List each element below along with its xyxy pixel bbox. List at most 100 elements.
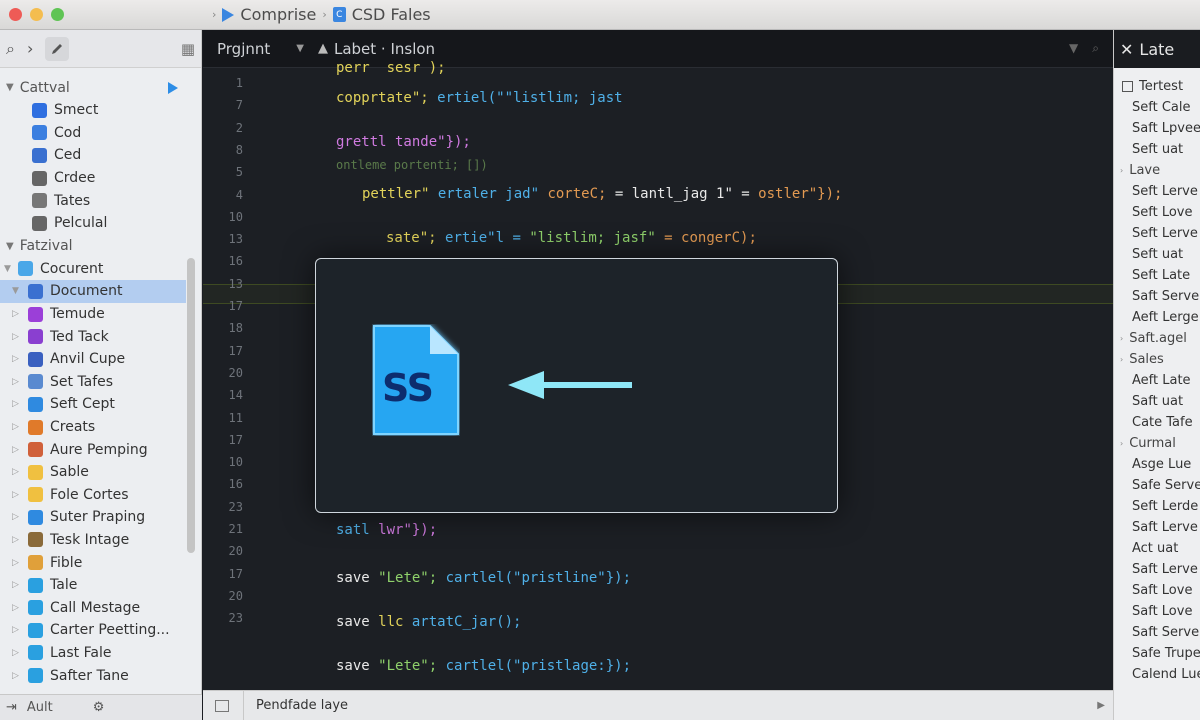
sidebar-item[interactable]: ▼ Cocurent: [0, 258, 186, 281]
play-icon[interactable]: [222, 7, 235, 22]
editor-tab[interactable]: Prgjnnt: [217, 40, 270, 58]
sidebar-item[interactable]: ▷ Safter Tane: [0, 664, 186, 687]
chevron-right-icon[interactable]: ›: [1120, 355, 1123, 364]
disclosure-icon[interactable]: ▷: [12, 580, 22, 590]
chevron-down-icon[interactable]: ▼: [4, 264, 14, 274]
inspector-item[interactable]: Calend Lue: [1114, 664, 1200, 685]
inspector-item[interactable]: Seft Late: [1114, 265, 1200, 286]
close-icon[interactable]: ✕: [1120, 40, 1133, 59]
inspector-item[interactable]: Tertest: [1114, 76, 1200, 97]
sidebar-item[interactable]: ▷ Anvil Cupe: [0, 348, 186, 371]
sidebar-item[interactable]: Cod: [0, 122, 186, 145]
sidebar-item[interactable]: ▷ Suter Praping: [0, 506, 186, 529]
disclosure-icon[interactable]: ▷: [12, 332, 22, 342]
inspector-item[interactable]: Seft uat: [1114, 244, 1200, 265]
disclosure-icon[interactable]: ▷: [12, 309, 22, 319]
minimize-window-button[interactable]: [30, 8, 43, 21]
inspector-item[interactable]: Cate Tafe: [1114, 412, 1200, 433]
sidebar-item[interactable]: ▷ Tesk Intage: [0, 529, 186, 552]
sidebar-item[interactable]: Tates: [0, 189, 186, 212]
sidebar-item[interactable]: ▷ Last Fale: [0, 642, 186, 665]
inspector-item[interactable]: Saft Lpvee: [1114, 118, 1200, 139]
inspector-item[interactable]: Asge Lue: [1114, 454, 1200, 475]
inspector-item[interactable]: Saft Love: [1114, 601, 1200, 622]
inspector-item[interactable]: Saft Lerve: [1114, 559, 1200, 580]
disclosure-icon[interactable]: ▷: [12, 603, 22, 613]
pencil-icon[interactable]: [45, 36, 70, 61]
inspector-item[interactable]: Seft Lerve: [1114, 181, 1200, 202]
chevron-right-icon[interactable]: ›: [1120, 166, 1123, 175]
chevron-right-icon[interactable]: ›: [1120, 439, 1123, 448]
settings-icon[interactable]: ⚙: [93, 700, 105, 715]
sidebar-item[interactable]: Ced: [0, 144, 186, 167]
chevron-right-icon[interactable]: ▶: [1097, 700, 1105, 711]
disclosure-icon[interactable]: ▷: [12, 467, 22, 477]
chevron-down-icon[interactable]: ▼: [12, 286, 22, 296]
disclosure-icon[interactable]: ▷: [12, 354, 22, 364]
sidebar-item[interactable]: ▷ Sable: [0, 461, 186, 484]
chevron-down-icon[interactable]: ▼: [6, 241, 14, 252]
disclosure-icon[interactable]: ▷: [12, 625, 22, 635]
sidebar-item[interactable]: ▷ Seft Cept: [0, 393, 186, 416]
inspector-item[interactable]: Seft Cale: [1114, 97, 1200, 118]
breadcrumb-file[interactable]: CSD Fales: [352, 5, 431, 24]
close-window-button[interactable]: [9, 8, 22, 21]
inspector-item[interactable]: Saft Serve: [1114, 286, 1200, 307]
sidebar-item[interactable]: Pelculal: [0, 212, 186, 235]
disclosure-icon[interactable]: ▷: [12, 512, 22, 522]
disclosure-icon[interactable]: ▷: [12, 535, 22, 545]
disclosure-icon[interactable]: ▷: [12, 422, 22, 432]
breadcrumb-project[interactable]: Comprise: [240, 5, 316, 24]
inspector-item[interactable]: Aeft Lerge: [1114, 307, 1200, 328]
zoom-window-button[interactable]: [51, 8, 64, 21]
inspector-item[interactable]: › Lave: [1114, 160, 1200, 181]
filter-label[interactable]: Ault: [27, 700, 53, 715]
sidebar-item[interactable]: ▷ Fible: [0, 551, 186, 574]
sidebar-item[interactable]: ▼ Document: [0, 280, 186, 303]
disclosure-icon[interactable]: ▷: [12, 648, 22, 658]
disclosure-icon[interactable]: ▷: [12, 445, 22, 455]
disclosure-icon[interactable]: ▷: [12, 377, 22, 387]
inspector-item[interactable]: Saft uat: [1114, 391, 1200, 412]
sidebar-item[interactable]: ▷ Aure Pemping: [0, 438, 186, 461]
inspector-item[interactable]: Saft Lerve: [1114, 517, 1200, 538]
disclosure-icon[interactable]: ▷: [12, 558, 22, 568]
sidebar-section-header[interactable]: ▼ Fatzival: [0, 235, 186, 258]
inspector-item[interactable]: Seft uat: [1114, 139, 1200, 160]
sidebar-item[interactable]: ▷ Temude: [0, 303, 186, 326]
disclosure-icon[interactable]: ▷: [12, 671, 22, 681]
sidebar-item[interactable]: ▷ Creats: [0, 416, 186, 439]
chevron-down-icon[interactable]: ▼: [296, 43, 304, 54]
sidebar-item[interactable]: ▷ Fole Cortes: [0, 484, 186, 507]
inspector-item[interactable]: Seft Love: [1114, 202, 1200, 223]
inspector-item[interactable]: Seft Lerde: [1114, 496, 1200, 517]
disclosure-icon[interactable]: ▷: [12, 399, 22, 409]
inspector-item[interactable]: › Curmal: [1114, 433, 1200, 454]
inspector-item[interactable]: Act uat: [1114, 538, 1200, 559]
sidebar-item[interactable]: Crdee: [0, 167, 186, 190]
chevron-down-icon[interactable]: ▼: [1069, 41, 1078, 56]
inspector-item[interactable]: Seft Lerve: [1114, 223, 1200, 244]
chevron-right-icon[interactable]: ›: [1120, 334, 1123, 343]
editor-file-label[interactable]: Labet · Inslon: [334, 40, 435, 58]
inspector-item[interactable]: › Saft.agel: [1114, 328, 1200, 349]
filter-icon[interactable]: ⇥: [6, 700, 17, 715]
grid-view-icon[interactable]: ▦: [181, 40, 195, 58]
sidebar-item[interactable]: ▷ Tale: [0, 574, 186, 597]
search-icon[interactable]: ⌕: [1092, 41, 1099, 56]
chevron-right-icon[interactable]: ›: [27, 39, 33, 58]
inspector-item[interactable]: › Sales: [1114, 349, 1200, 370]
sidebar-section-header[interactable]: ▼ Cattval: [0, 76, 186, 99]
panel-toggle-icon[interactable]: [215, 699, 229, 712]
inspector-item[interactable]: Safe Serve: [1114, 475, 1200, 496]
sidebar-item[interactable]: ▷ Set Tafes: [0, 371, 186, 394]
inspector-item[interactable]: Safe Trupe: [1114, 643, 1200, 664]
inspector-item[interactable]: Saft Love: [1114, 580, 1200, 601]
sidebar-item[interactable]: ▷ Call Mestage: [0, 596, 186, 619]
sidebar-item[interactable]: ▷ Carter Peetting...: [0, 619, 186, 642]
search-icon[interactable]: ⌕: [6, 39, 15, 59]
inspector-item[interactable]: Aeft Late: [1114, 370, 1200, 391]
sidebar-item[interactable]: Smect: [0, 99, 186, 122]
inspector-item[interactable]: Saft Serve: [1114, 622, 1200, 643]
play-icon[interactable]: [168, 81, 178, 94]
